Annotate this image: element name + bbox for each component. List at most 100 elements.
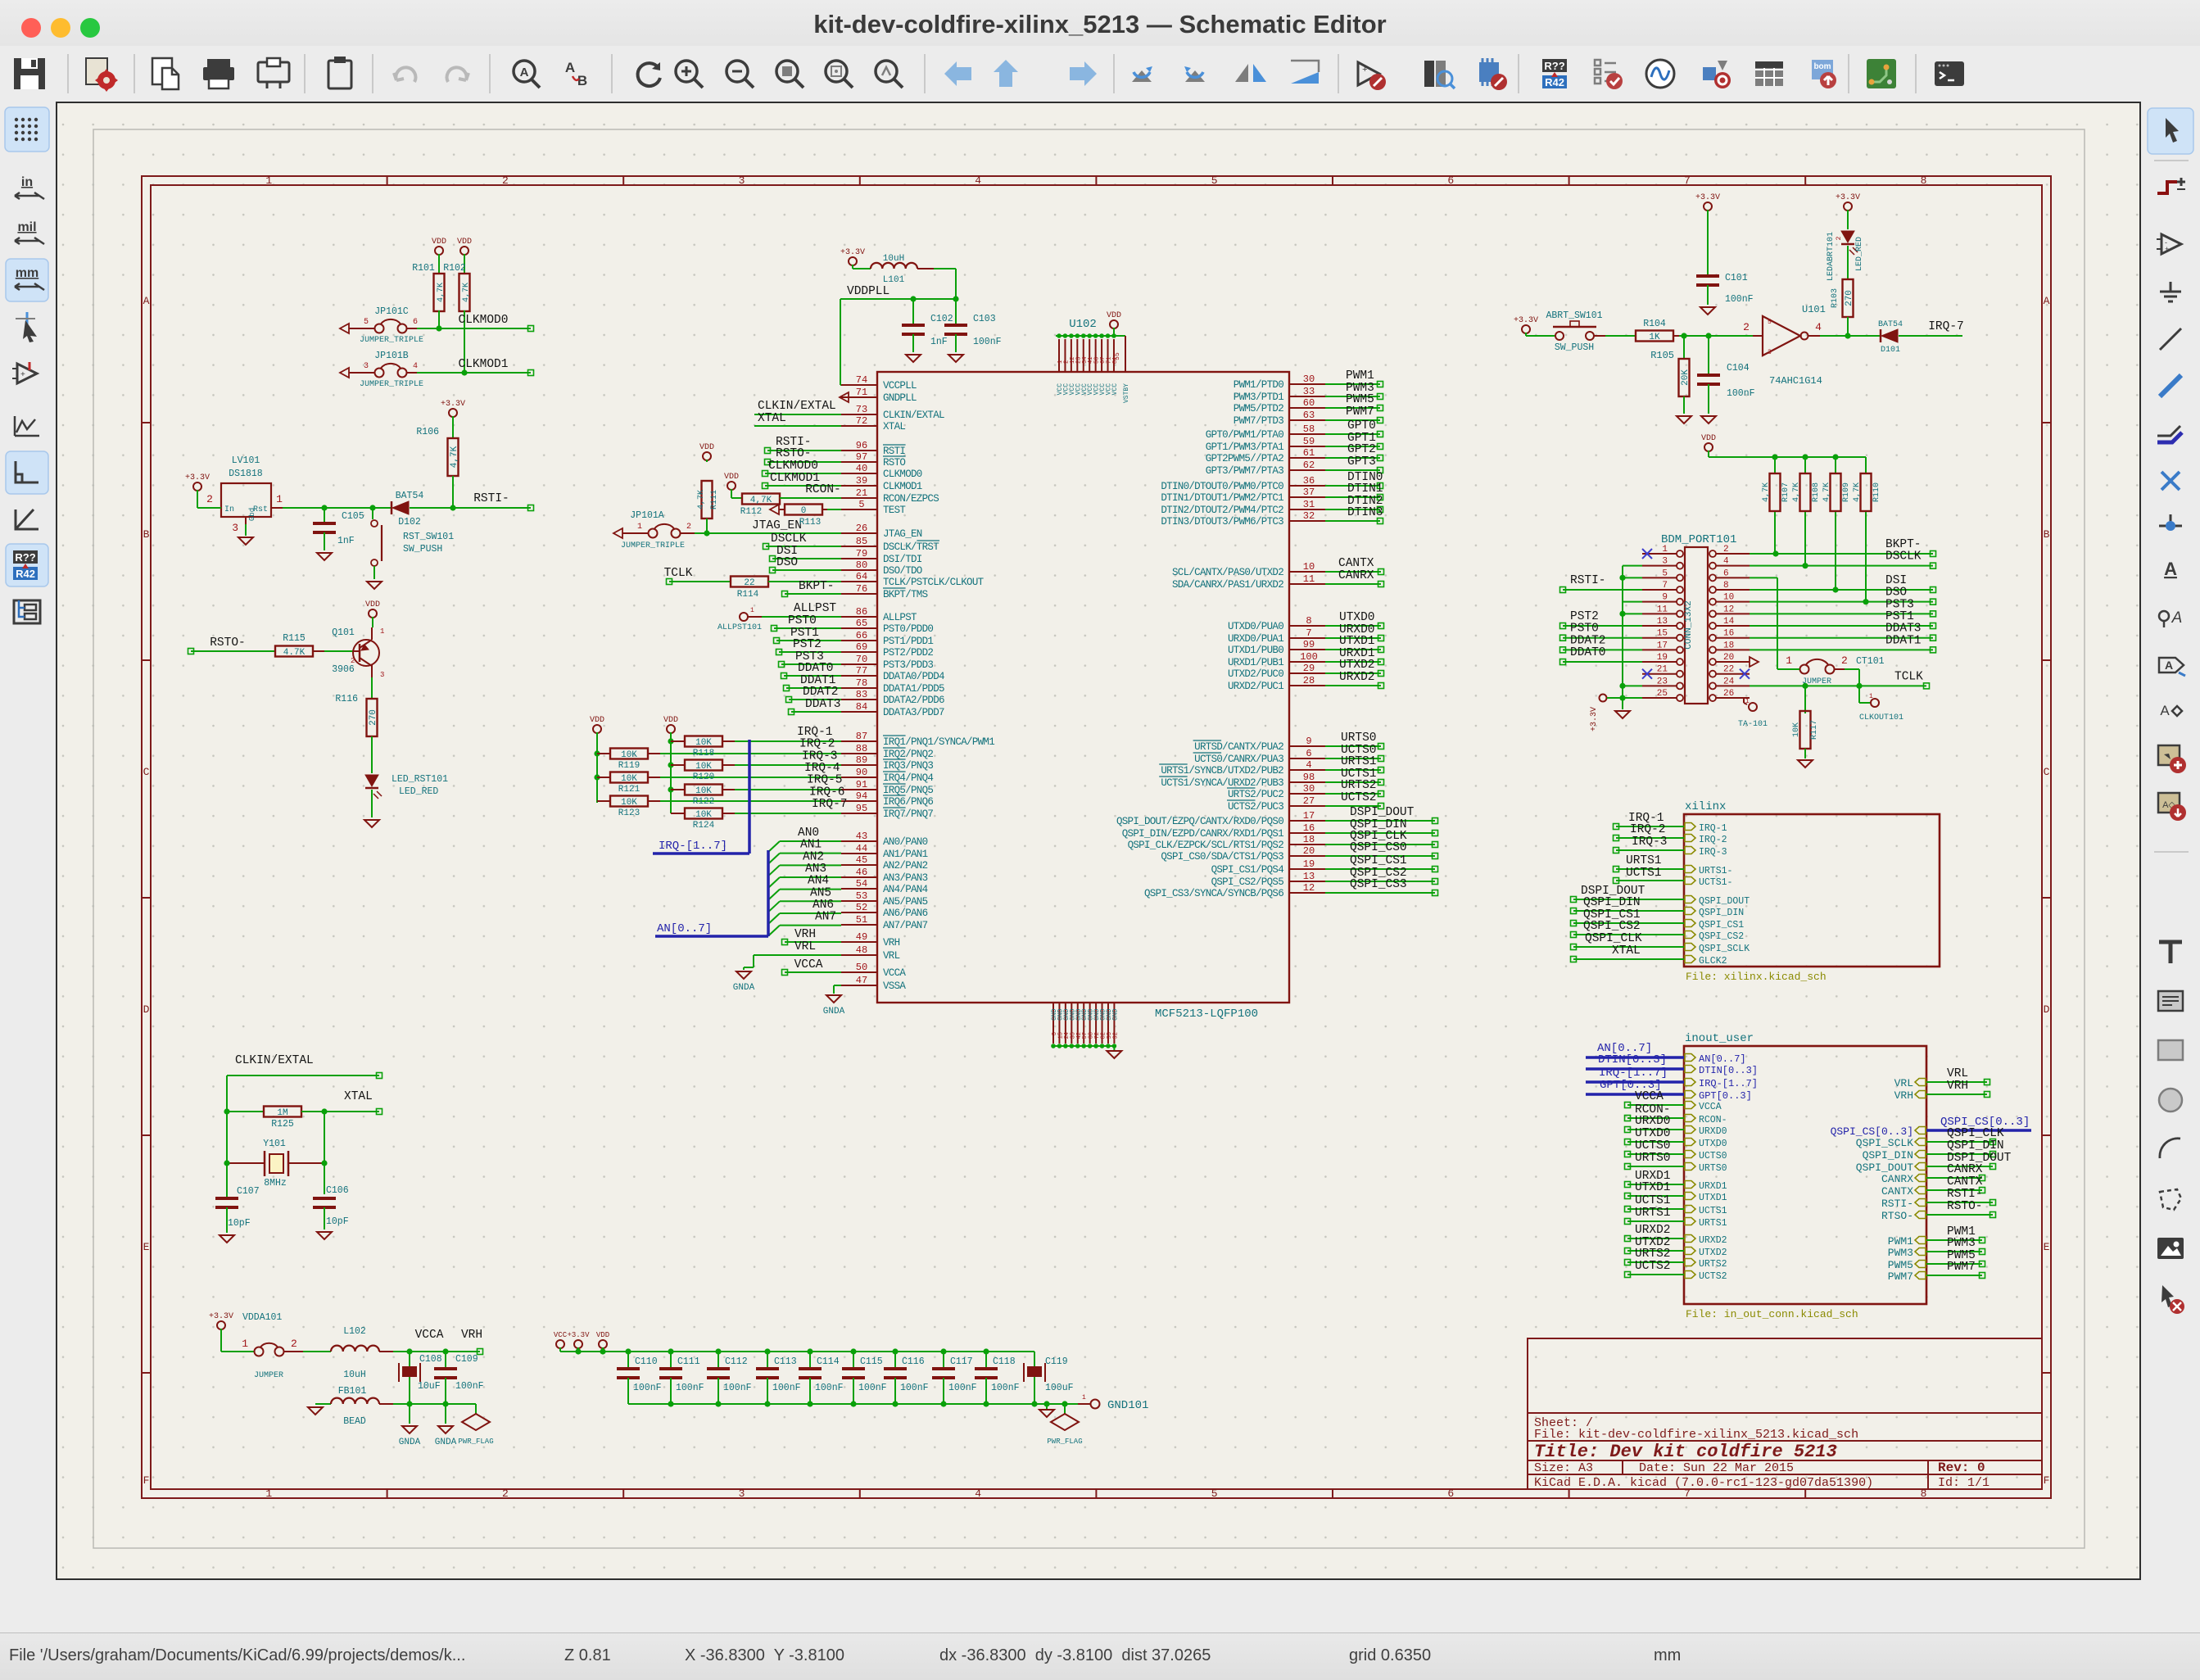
svg-text:16: 16 (1303, 822, 1315, 834)
svg-text:C: C (143, 766, 150, 778)
svg-text:AN7: AN7 (815, 911, 836, 924)
svg-text:C107: C107 (237, 1186, 260, 1197)
svg-text:70: 70 (856, 654, 867, 665)
svg-text:URTSD/CANTX/PUA2: URTSD/CANTX/PUA2 (1194, 741, 1283, 753)
svg-text:RSTI-: RSTI- (1881, 1198, 1913, 1210)
svg-text:+: + (20, 370, 25, 379)
svg-text:21: 21 (1657, 665, 1668, 675)
svg-text:4,7K: 4,7K (462, 283, 471, 302)
svg-text:IRQ6/PNQ6: IRQ6/PNQ6 (883, 796, 933, 808)
svg-text:IRQ4/PNQ4: IRQ4/PNQ4 (883, 772, 933, 784)
svg-text:46: 46 (856, 867, 867, 878)
svg-text:URTS1: URTS1 (1699, 1218, 1727, 1229)
svg-text:DSPI_DOUT: DSPI_DOUT (1350, 806, 1415, 819)
svg-text:2: 2 (502, 174, 509, 187)
svg-text:UTXD1/PUB0: UTXD1/PUB0 (1228, 645, 1283, 656)
svg-text:File: xilinx.kicad_sch: File: xilinx.kicad_sch (1686, 971, 1827, 983)
svg-text:VCCA: VCCA (415, 1329, 444, 1342)
svg-text:AN3/PAN3: AN3/PAN3 (883, 872, 928, 884)
svg-text:2: 2 (1841, 654, 1848, 667)
svg-text:UCTS1: UCTS1 (1626, 867, 1662, 880)
svg-text:UCTS0/CANRX/PUA3: UCTS0/CANRX/PUA3 (1194, 754, 1283, 765)
svg-text:62: 62 (1303, 460, 1315, 471)
svg-text:47: 47 (856, 975, 867, 986)
svg-text:2: 2 (502, 1488, 509, 1500)
svg-text:9: 9 (1662, 593, 1668, 603)
svg-text:GPT0: GPT0 (1347, 419, 1376, 432)
svg-text:1: 1 (1869, 693, 1873, 700)
svg-text:12: 12 (1303, 882, 1315, 894)
svg-text:8: 8 (1723, 581, 1729, 591)
svg-text:VRL: VRL (794, 940, 816, 953)
svg-text:QSPI_CS0/SDA/CTS1/PQS3: QSPI_CS0/SDA/CTS1/PQS3 (1161, 851, 1283, 863)
svg-text:100nF: 100nF (991, 1383, 1020, 1393)
svg-text:PWM7: PWM7 (1947, 1261, 1976, 1274)
svg-text:6: 6 (1723, 568, 1729, 578)
svg-text:JUMPER_TRIPLE: JUMPER_TRIPLE (621, 541, 685, 550)
svg-text:DDAT2: DDAT2 (803, 686, 839, 699)
svg-text:Date: Sun 22 Mar 2015: Date: Sun 22 Mar 2015 (1639, 1461, 1794, 1475)
svg-text:R124: R124 (693, 821, 715, 831)
svg-text:10pF: 10pF (326, 1216, 349, 1227)
svg-text:AN[0..7]: AN[0..7] (657, 922, 712, 935)
svg-text:UTXD2/PUC0: UTXD2/PUC0 (1228, 668, 1283, 680)
svg-text:PST0: PST0 (1570, 623, 1599, 636)
svg-text:11: 11 (1657, 605, 1668, 614)
svg-text:xilinx: xilinx (1685, 800, 1726, 813)
svg-text:In: In (224, 505, 234, 514)
svg-text:DTIN0/DTOUT0/PWM0/PTC0: DTIN0/DTOUT0/PWM0/PTC0 (1161, 481, 1283, 492)
svg-text:PST1/PDD1: PST1/PDD1 (883, 636, 933, 647)
svg-text:UCTS0: UCTS0 (1699, 1151, 1727, 1162)
svg-text:URXD2: URXD2 (1699, 1235, 1727, 1246)
svg-text:VRH: VRH (1894, 1089, 1913, 1102)
svg-text:7: 7 (1662, 581, 1668, 591)
svg-text:1M: 1M (277, 1108, 287, 1118)
svg-text:4,7K: 4,7K (1762, 482, 1771, 502)
svg-text:RSTI-: RSTI- (473, 492, 509, 505)
svg-text:1: 1 (1786, 654, 1792, 667)
svg-text:DTIN1: DTIN1 (1347, 482, 1383, 496)
svg-text:SDA/CANRX/PAS1/URXD2: SDA/CANRX/PAS1/URXD2 (1172, 579, 1283, 591)
svg-text:AN1/PAN1: AN1/PAN1 (883, 849, 928, 860)
svg-text:D: D (143, 1003, 150, 1016)
svg-text:52: 52 (856, 902, 867, 913)
svg-text:CONN_13X2: CONN_13X2 (1684, 600, 1694, 649)
svg-text:C112: C112 (725, 1356, 748, 1367)
svg-text:DDATA2/PDD6: DDATA2/PDD6 (883, 695, 944, 706)
svg-text:QSPI_CS[0..3]: QSPI_CS[0..3] (1831, 1125, 1913, 1138)
svg-text:74AHC1G14: 74AHC1G14 (1769, 375, 1822, 387)
svg-text:30: 30 (1303, 374, 1315, 385)
svg-text:92: 92 (1112, 1032, 1119, 1039)
svg-text:IRQ-4: IRQ-4 (804, 762, 840, 775)
svg-text:+3.3V: +3.3V (1836, 193, 1860, 202)
svg-text:10K: 10K (695, 762, 712, 772)
svg-text:JUMPER_TRIPLE: JUMPER_TRIPLE (360, 336, 423, 345)
svg-text:UTXD1: UTXD1 (1699, 1193, 1727, 1203)
svg-text:UCTS1-: UCTS1- (1699, 877, 1732, 888)
svg-text:QSPI_CS3/SYNCA/SYNCB/PQS6: QSPI_CS3/SYNCA/SYNCB/PQS6 (1144, 888, 1283, 899)
svg-text:10uH: 10uH (883, 254, 904, 264)
svg-text:CLKIN/EXTAL: CLKIN/EXTAL (758, 400, 836, 413)
svg-text:1: 1 (380, 627, 384, 636)
svg-text:DS1818: DS1818 (229, 469, 263, 479)
svg-text:URTS0: URTS0 (1699, 1163, 1727, 1174)
svg-text:GNDA: GNDA (435, 1438, 457, 1447)
svg-text:URTS0: URTS0 (1635, 1152, 1671, 1165)
svg-text:VDD: VDD (1107, 311, 1121, 320)
svg-text:IRQ-1: IRQ-1 (1699, 823, 1727, 834)
svg-text:QSPI_CS2: QSPI_CS2 (1699, 931, 1744, 942)
svg-text:QSPI_CS2/PQS5: QSPI_CS2/PQS5 (1211, 876, 1284, 888)
svg-text:DDATA3/PDD7: DDATA3/PDD7 (883, 707, 944, 718)
svg-text:QSPI_CS1: QSPI_CS1 (1699, 920, 1744, 931)
svg-text:B: B (143, 528, 150, 541)
svg-text:MCF5213-LQFP100: MCF5213-LQFP100 (1155, 1008, 1258, 1021)
svg-text:AN2/PAN2: AN2/PAN2 (883, 860, 928, 872)
svg-text:PWM5/PTD2: PWM5/PTD2 (1234, 403, 1283, 414)
svg-text:AN[0..7]: AN[0..7] (1699, 1053, 1746, 1065)
svg-text:BKPT/TMS: BKPT/TMS (883, 589, 928, 600)
svg-text:A: A (143, 295, 150, 307)
svg-text:SCL/CANTX/PAS0/UTXD2: SCL/CANTX/PAS0/UTXD2 (1172, 567, 1283, 578)
svg-text:GND101: GND101 (1107, 1399, 1148, 1412)
svg-text:VDD: VDD (432, 238, 446, 247)
svg-text:C104: C104 (1727, 363, 1750, 374)
